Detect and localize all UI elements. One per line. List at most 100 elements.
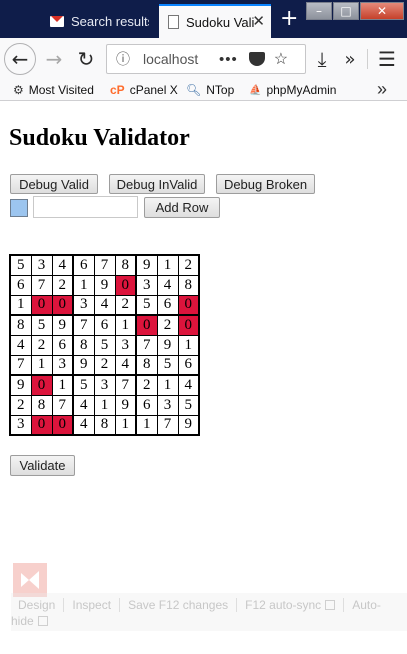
url-text[interactable]: localhost: [143, 51, 209, 67]
grid-cell[interactable]: 4: [72, 414, 95, 436]
grid-cell[interactable]: 0: [177, 314, 200, 336]
grid-cell[interactable]: 5: [93, 334, 116, 356]
grid-cell[interactable]: 1: [9, 294, 32, 316]
grid-cell[interactable]: 4: [156, 274, 179, 296]
grid-cell[interactable]: 3: [114, 334, 137, 356]
design-button[interactable]: Design: [18, 598, 65, 612]
overflow-menu-button[interactable]: »: [334, 43, 366, 75]
grid-cell[interactable]: 1: [30, 354, 53, 376]
info-icon[interactable]: ⓘ: [116, 49, 130, 69]
grid-cell[interactable]: 5: [30, 314, 53, 336]
grid-cell[interactable]: 7: [9, 354, 32, 376]
grid-cell[interactable]: 5: [177, 394, 200, 416]
grid-cell[interactable]: 4: [93, 294, 116, 316]
grid-cell[interactable]: 2: [135, 374, 158, 396]
grid-cell[interactable]: 9: [156, 334, 179, 356]
grid-cell[interactable]: 1: [114, 414, 137, 436]
grid-cell[interactable]: 1: [93, 394, 116, 416]
grid-cell[interactable]: 7: [93, 254, 116, 276]
grid-cell[interactable]: 8: [93, 414, 116, 436]
grid-cell[interactable]: 8: [135, 354, 158, 376]
grid-cell[interactable]: 3: [51, 354, 74, 376]
maximize-button[interactable]: □: [333, 2, 359, 20]
new-tab-button[interactable]: +: [280, 8, 298, 30]
grid-cell[interactable]: 9: [93, 274, 116, 296]
grid-cell[interactable]: 3: [135, 274, 158, 296]
debug-broken-button[interactable]: Debug Broken: [216, 174, 315, 194]
validate-button[interactable]: Validate: [10, 455, 75, 476]
autosync-checkbox[interactable]: [325, 600, 336, 610]
grid-cell[interactable]: 1: [135, 414, 158, 436]
grid-cell[interactable]: 6: [156, 294, 179, 316]
grid-cell[interactable]: 9: [114, 394, 137, 416]
debug-valid-button[interactable]: Debug Valid: [10, 174, 98, 194]
color-swatch[interactable]: [10, 199, 28, 217]
grid-cell[interactable]: 8: [177, 274, 200, 296]
close-tab-icon[interactable]: ✕: [252, 14, 265, 29]
grid-cell[interactable]: 2: [114, 294, 137, 316]
grid-cell[interactable]: 8: [114, 254, 137, 276]
grid-cell[interactable]: 5: [135, 294, 158, 316]
row-input[interactable]: [33, 196, 138, 218]
grid-cell[interactable]: 2: [177, 254, 200, 276]
grid-cell[interactable]: 8: [72, 334, 95, 356]
grid-cell[interactable]: 3: [30, 254, 53, 276]
bookmark-ntop[interactable]: 🔍︎ NTop: [186, 81, 234, 99]
bookmark-most-visited[interactable]: ⚙ Most Visited: [13, 81, 94, 99]
grid-cell[interactable]: 5: [72, 374, 95, 396]
grid-cell[interactable]: 2: [51, 274, 74, 296]
forward-button[interactable]: →: [38, 43, 70, 75]
grid-cell[interactable]: 8: [9, 314, 32, 336]
grid-cell[interactable]: 0: [30, 374, 53, 396]
grid-cell[interactable]: 1: [177, 334, 200, 356]
add-row-button[interactable]: Add Row: [144, 197, 220, 218]
grid-cell[interactable]: 3: [93, 374, 116, 396]
grid-cell[interactable]: 9: [135, 254, 158, 276]
grid-cell[interactable]: 9: [177, 414, 200, 436]
pocket-icon[interactable]: [248, 52, 265, 66]
window-close-button[interactable]: ✕: [360, 2, 404, 20]
autohide-toggle[interactable]: hide: [11, 614, 48, 628]
grid-cell[interactable]: 1: [156, 374, 179, 396]
bookmark-phpmyadmin[interactable]: ⛵ phpMyAdmin: [249, 81, 336, 99]
tab-sudoku-validator[interactable]: Sudoku Validator ✕: [159, 4, 271, 38]
debug-invalid-button[interactable]: Debug InValid: [109, 174, 205, 194]
autohide-label-line1[interactable]: Auto-: [344, 598, 381, 612]
autosync-toggle[interactable]: F12 auto-sync: [237, 598, 345, 612]
grid-cell[interactable]: 6: [51, 334, 74, 356]
grid-cell[interactable]: 7: [156, 414, 179, 436]
grid-cell[interactable]: 3: [9, 414, 32, 436]
grid-cell[interactable]: 1: [114, 314, 137, 336]
reload-button[interactable]: ↻: [70, 43, 102, 75]
grid-cell[interactable]: 0: [177, 294, 200, 316]
grid-cell[interactable]: 6: [72, 254, 95, 276]
grid-cell[interactable]: 0: [51, 414, 74, 436]
grid-cell[interactable]: 4: [72, 394, 95, 416]
back-button[interactable]: ←: [4, 43, 36, 75]
grid-cell[interactable]: 8: [30, 394, 53, 416]
grid-cell[interactable]: 2: [93, 354, 116, 376]
bookmark-cpanel[interactable]: cP cPanel X: [110, 81, 178, 99]
grid-cell[interactable]: 4: [51, 254, 74, 276]
grid-cell[interactable]: 9: [51, 314, 74, 336]
grid-cell[interactable]: 6: [177, 354, 200, 376]
grid-cell[interactable]: 4: [177, 374, 200, 396]
grid-cell[interactable]: 0: [51, 294, 74, 316]
grid-cell[interactable]: 5: [156, 354, 179, 376]
bookmark-star-icon[interactable]: ☆: [274, 49, 288, 69]
grid-cell[interactable]: 1: [72, 274, 95, 296]
grid-cell[interactable]: 7: [135, 334, 158, 356]
grid-cell[interactable]: 3: [156, 394, 179, 416]
grid-cell[interactable]: 5: [9, 254, 32, 276]
grid-cell[interactable]: 7: [114, 374, 137, 396]
grid-cell[interactable]: 6: [93, 314, 116, 336]
grid-cell[interactable]: 0: [114, 274, 137, 296]
grid-cell[interactable]: 4: [9, 334, 32, 356]
grid-cell[interactable]: 7: [72, 314, 95, 336]
tab-search-results[interactable]: Search results: [40, 4, 158, 38]
grid-cell[interactable]: 7: [30, 274, 53, 296]
grid-cell[interactable]: 7: [51, 394, 74, 416]
grid-cell[interactable]: 0: [135, 314, 158, 336]
grid-cell[interactable]: 2: [9, 394, 32, 416]
grid-cell[interactable]: 3: [72, 294, 95, 316]
